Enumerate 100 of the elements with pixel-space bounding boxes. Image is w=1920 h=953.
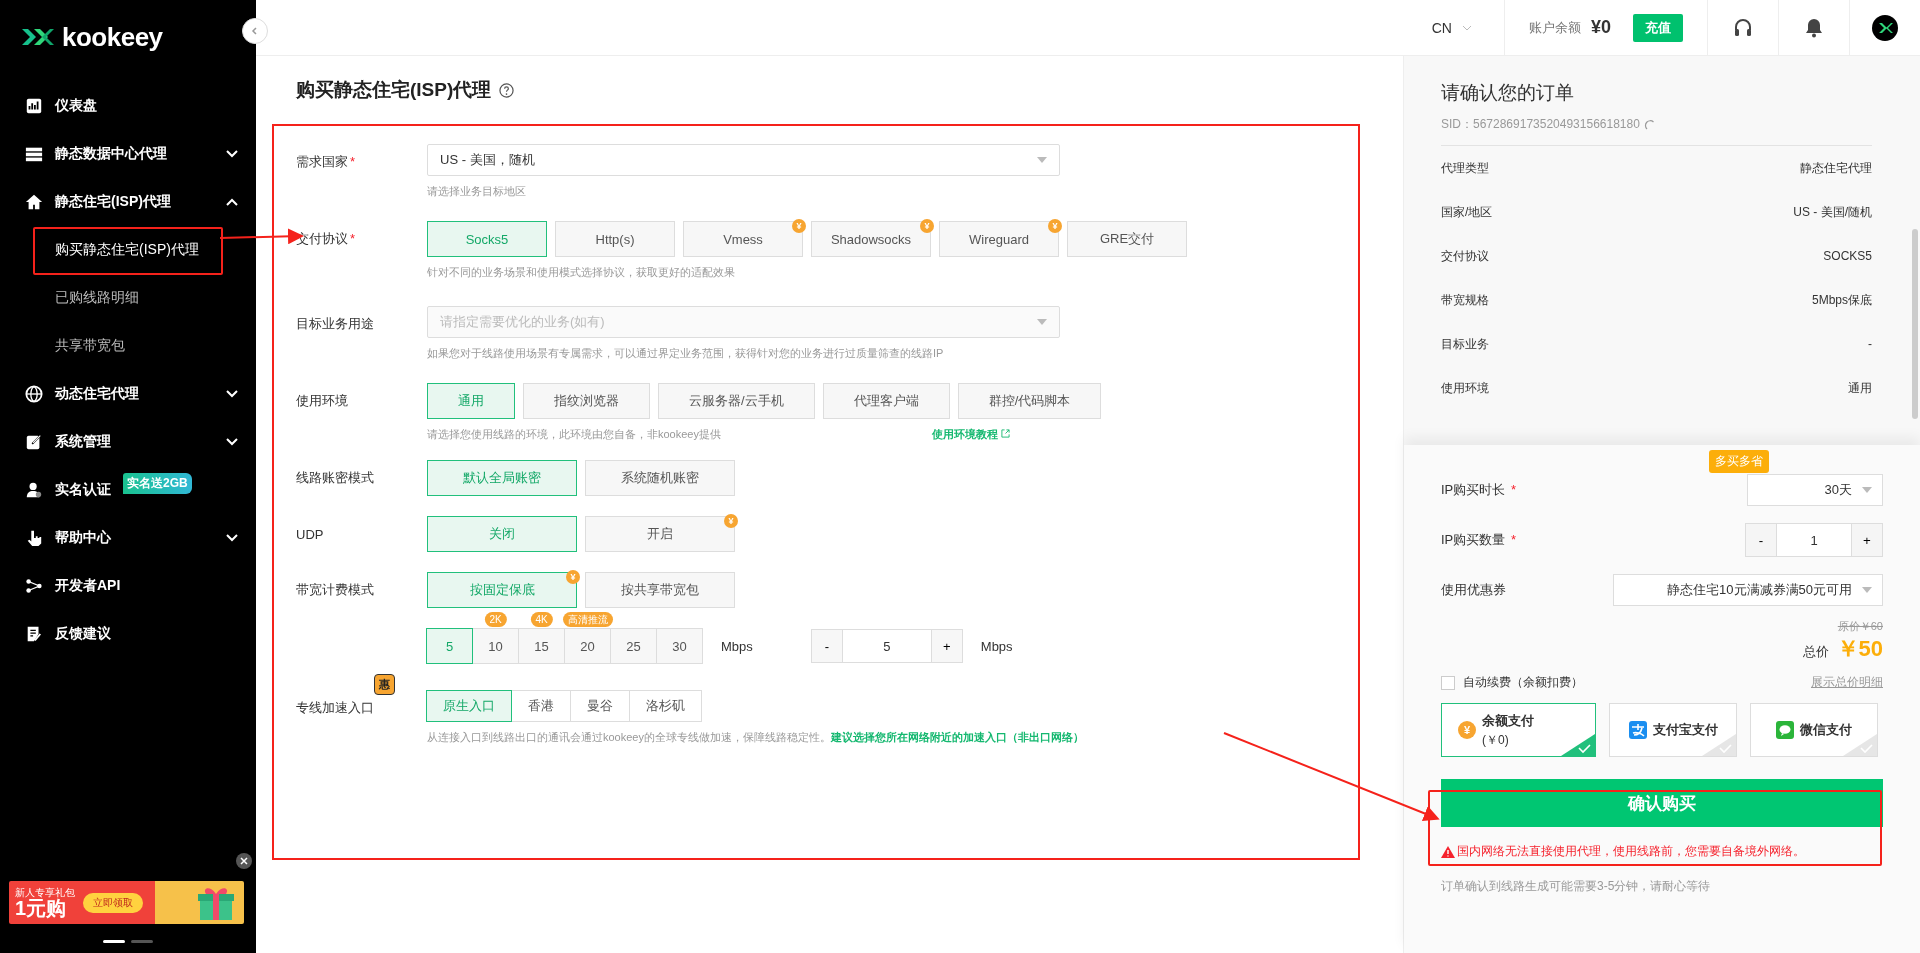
field-label: 带宽计费模式 xyxy=(296,581,374,599)
summary-value: US - 美国/随机 xyxy=(1793,203,1872,221)
summary-value: 静态住宅代理 xyxy=(1800,159,1872,177)
option-button[interactable]: 云服务器/云手机 xyxy=(658,383,815,419)
balance-label: 账户余额 xyxy=(1528,18,1581,37)
sidebar-item[interactable]: 动态住宅代理 xyxy=(0,370,256,418)
edit-icon xyxy=(25,433,43,451)
language-selector[interactable]: CN xyxy=(1431,19,1452,36)
price-badge: ¥ xyxy=(792,219,806,233)
headset-icon[interactable] xyxy=(1733,17,1753,38)
promo-badge: 实名送2GB xyxy=(123,472,192,494)
speed-option[interactable]: 25 xyxy=(610,628,657,664)
sidebar-subitem[interactable]: 已购线路明细 xyxy=(0,274,256,322)
hint-text: 从连接入口到线路出口的通讯会通过kookeey的全球专线做加速，保障线路稳定性。建议选择您所在网络附近的加速入口（非出口网络） xyxy=(427,730,1085,745)
option-button[interactable]: 开启 ¥ xyxy=(585,516,735,552)
tag-badge: 4K xyxy=(530,612,553,627)
tag-badge: 2K xyxy=(484,612,507,627)
price-badge: ¥ xyxy=(920,219,934,233)
option-button[interactable]: 系统随机账密 xyxy=(585,460,735,496)
collapse-button[interactable] xyxy=(242,18,268,44)
user-icon xyxy=(25,481,43,499)
home-icon xyxy=(25,193,43,211)
sidebar-item[interactable]: 帮助中心 xyxy=(0,514,256,562)
coupon-select[interactable]: 静态住宅10元满减券满50元可用 xyxy=(1613,574,1883,606)
page-title: 购买静态住宅(ISP)代理 xyxy=(296,78,492,102)
hand-icon xyxy=(25,529,43,547)
sidebar-subitem[interactable]: 共享带宽包 xyxy=(0,322,256,370)
summary-label: 代理类型 xyxy=(1441,159,1489,177)
increment-button[interactable]: + xyxy=(931,630,962,662)
sidebar-item[interactable]: 开发者API xyxy=(0,562,256,610)
avatar-icon[interactable] xyxy=(1872,14,1898,41)
decrement-button[interactable]: - xyxy=(1746,524,1776,556)
sidebar-item[interactable]: 静态数据中心代理 xyxy=(0,130,256,178)
price-badge: ¥ xyxy=(566,570,580,584)
summary-label: 带宽规格 xyxy=(1441,291,1489,309)
tag-badge: 高清推流 xyxy=(562,612,613,627)
select-field[interactable]: US - 美国，随机 xyxy=(427,144,1060,176)
external-link-icon xyxy=(1001,429,1010,438)
entry-option[interactable]: 洛杉矶 xyxy=(629,690,702,722)
check-corner-icon xyxy=(1843,734,1877,756)
payment-option[interactable]: 微信支付 xyxy=(1750,703,1878,757)
close-icon[interactable] xyxy=(236,853,252,869)
promo-banner[interactable]: 新人专享礼包 1元购 立即领取 xyxy=(9,881,244,924)
sidebar-subitem[interactable]: 购买静态住宅(ISP)代理 xyxy=(0,226,256,274)
checkbox[interactable] xyxy=(1441,675,1455,690)
warning-text: 国内网络无法直接使用代理，使用线路前，您需要自备境外网络。 xyxy=(1457,843,1805,860)
note-icon xyxy=(25,625,43,643)
increment-button[interactable]: + xyxy=(1852,524,1882,556)
summary-value: 5Mbps保底 xyxy=(1811,291,1872,309)
sidebar-item[interactable]: 反馈建议 xyxy=(0,610,256,658)
balance-amount: ¥0 xyxy=(1590,17,1611,38)
entry-option[interactable]: 曼谷 xyxy=(570,690,630,722)
bandwidth-field[interactable]: 5 xyxy=(841,630,932,662)
globe-icon xyxy=(25,385,43,403)
help-icon[interactable] xyxy=(499,82,515,98)
refresh-icon[interactable] xyxy=(1643,118,1656,131)
decrement-button[interactable]: - xyxy=(811,630,842,662)
warning-icon xyxy=(1441,845,1455,858)
promo-price: 1元购 xyxy=(15,897,67,918)
sidebar-item[interactable]: 实名认证 实名送2GB xyxy=(0,466,256,514)
speed-option[interactable]: 15 xyxy=(518,628,565,664)
claim-button[interactable]: 立即领取 xyxy=(83,892,143,913)
field-label: IP购买数量 * xyxy=(1441,531,1516,549)
duration-select[interactable]: 30天 xyxy=(1747,474,1883,506)
chevron-icon xyxy=(250,26,260,36)
unit-label: Mbps xyxy=(721,638,753,654)
price-badge: ¥ xyxy=(724,514,738,528)
unit-label: Mbps xyxy=(980,638,1013,654)
sidebar-item[interactable]: 静态住宅(ISP)代理 xyxy=(0,178,256,226)
option-button[interactable]: Shadowsocks ¥ xyxy=(811,221,931,257)
total-label: 总价 xyxy=(1802,643,1829,661)
entry-option[interactable]: 香港 xyxy=(511,690,571,722)
alipay-icon xyxy=(1628,721,1647,739)
field-label: 需求国家* xyxy=(296,153,356,171)
speed-option[interactable]: 20 xyxy=(564,628,611,664)
note-text: 订单确认到线路生成可能需要3-5分钟，请耐心等待 xyxy=(1441,878,1712,895)
coin-icon: ¥ xyxy=(1458,721,1476,739)
sidebar-item[interactable]: 仪表盘 xyxy=(0,82,256,130)
option-button[interactable]: 代理客户端 xyxy=(822,383,950,419)
option-button[interactable]: GRE交付 xyxy=(1067,221,1187,257)
option-button[interactable]: Vmess ¥ xyxy=(683,221,803,257)
option-button[interactable]: 按共享带宽包 xyxy=(585,572,735,608)
field-label: 目标业务用途 xyxy=(296,315,374,333)
option-button[interactable]: 指纹浏览器 xyxy=(523,383,650,419)
logo-text: kookeey xyxy=(62,21,163,53)
bell-icon[interactable] xyxy=(1805,17,1823,38)
payment-option[interactable]: 支付宝支付 xyxy=(1609,703,1737,757)
quantity-field[interactable]: 1 xyxy=(1776,524,1852,556)
option-button[interactable]: Http(s) xyxy=(555,221,675,257)
check-corner-icon xyxy=(1702,734,1736,756)
speed-option[interactable]: 10 xyxy=(472,628,519,664)
speed-option[interactable]: 30 xyxy=(656,628,703,664)
field-label: UDP xyxy=(296,526,324,542)
summary-label: 目标业务 xyxy=(1441,335,1489,353)
order-title: 请确认您的订单 xyxy=(1441,81,1575,105)
summary-label: 国家/地区 xyxy=(1441,203,1493,221)
option-button[interactable]: Wireguard ¥ xyxy=(939,221,1059,257)
scrollbar[interactable] xyxy=(1912,229,1918,419)
sidebar-item[interactable]: 系统管理 xyxy=(0,418,256,466)
option-button[interactable]: 群控/代码脚本 xyxy=(957,383,1102,419)
